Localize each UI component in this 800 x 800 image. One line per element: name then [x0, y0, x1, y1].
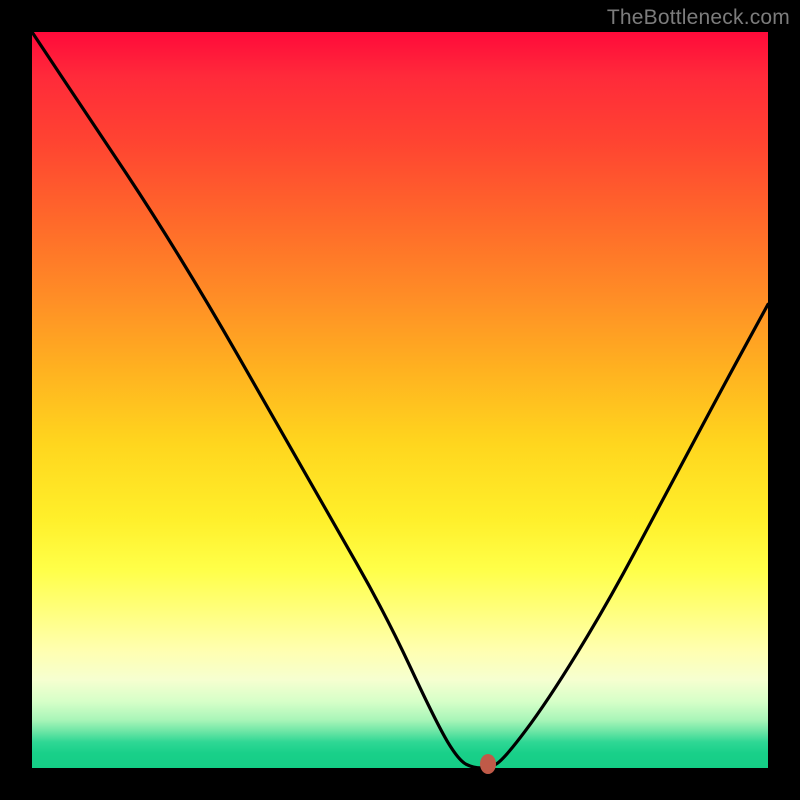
watermark-text: TheBottleneck.com: [607, 6, 790, 30]
optimum-marker: [480, 754, 496, 774]
chart-frame: TheBottleneck.com: [0, 0, 800, 800]
curve-path: [32, 32, 768, 768]
bottleneck-curve: [32, 32, 768, 768]
plot-area: [32, 32, 768, 768]
